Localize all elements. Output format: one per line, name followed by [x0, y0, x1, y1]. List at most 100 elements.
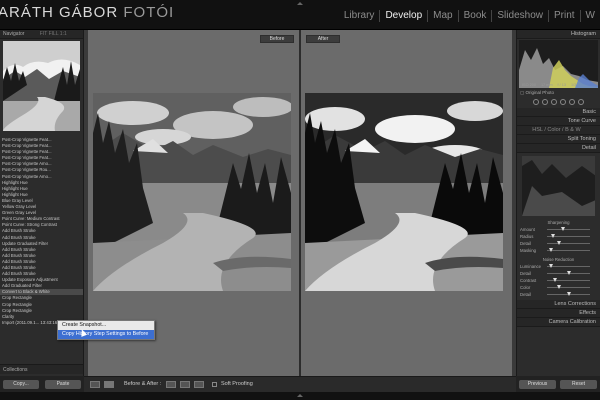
graduated-filter-icon[interactable] [560, 99, 566, 105]
detail-header[interactable]: Detail [517, 144, 600, 153]
navigator-zoom-options[interactable]: FIT FILL 1:1 [40, 31, 67, 37]
lens-corrections-title: Lens Corrections [554, 301, 596, 307]
history-item-label: Add Brush Stroke [2, 228, 36, 234]
loupe-view-icon[interactable] [90, 381, 100, 388]
module-print[interactable]: Print [547, 10, 580, 22]
lens-corrections-header[interactable]: Lens Corrections [517, 300, 600, 309]
previous-button[interactable]: Previous [519, 380, 556, 389]
split-toning-title: Split Toning [567, 136, 596, 142]
slider-knob[interactable] [557, 285, 561, 289]
navigator-title: Navigator [3, 31, 25, 37]
slider-knob[interactable] [567, 292, 571, 296]
identity-plate: ARÁTH GÁBOR FOTÓI [0, 4, 174, 21]
histogram[interactable]: ISO 200 17 mm f / 13 1/3 [519, 40, 598, 88]
slider-track[interactable] [547, 243, 590, 244]
crop-tool-icon[interactable] [533, 99, 539, 105]
history-item-label: Highlight Hue [2, 191, 28, 197]
filmstrip-collapsed-bar [0, 392, 600, 400]
slider-row[interactable]: Amount [517, 226, 600, 233]
module-map[interactable]: Map [427, 10, 457, 22]
effects-header[interactable]: Effects [517, 309, 600, 318]
soft-proofing-checkbox[interactable] [212, 382, 217, 387]
history-item-label: Post-Crop Vignette Feat... [2, 155, 52, 161]
copy-button[interactable]: Copy... [3, 380, 39, 389]
history-item-label: Crop Rectangle [2, 307, 32, 313]
histogram-readout: ISO 200 17 mm f / 13 1/3 [522, 83, 576, 87]
slider-track[interactable] [547, 250, 590, 251]
spot-removal-icon[interactable] [542, 99, 548, 105]
slider-row[interactable]: Detail [517, 270, 600, 277]
history-item-label: Crop Rectangle [2, 301, 32, 307]
module-book[interactable]: Book [457, 10, 492, 22]
paste-button[interactable]: Paste [45, 380, 81, 389]
module-slideshow[interactable]: Slideshow [491, 10, 548, 22]
slider-row[interactable]: Contrast [517, 277, 600, 284]
slider-knob[interactable] [553, 278, 557, 282]
history-context-menu: Create Snapshot... Copy History Step Set… [57, 320, 155, 340]
camera-calibration-title: Camera Calibration [548, 319, 596, 325]
navigator-thumbnail-image [3, 41, 80, 131]
menu-item-create-snapshot[interactable]: Create Snapshot... [58, 321, 154, 330]
iso-readout: ISO 200 [522, 83, 536, 87]
after-photo[interactable] [305, 93, 503, 291]
view-mode-label[interactable]: Before & After : [124, 380, 161, 389]
slider-label: Contrast [520, 278, 537, 283]
detail-preview[interactable] [522, 156, 595, 216]
noise-reduction-title: Noise Reduction [542, 257, 575, 262]
slider-row[interactable]: Masking [517, 247, 600, 254]
slider-row[interactable]: Detail [517, 291, 600, 298]
slider-label: Radius [520, 234, 534, 239]
detail-preview-image [522, 156, 595, 216]
before-photo[interactable] [93, 93, 291, 291]
module-web[interactable]: W [579, 10, 600, 22]
slider-row[interactable]: Color [517, 284, 600, 291]
history-item-label: Add Brush Stroke [2, 264, 36, 270]
slider-knob[interactable] [567, 271, 571, 275]
slider-row[interactable]: Detail [517, 240, 600, 247]
slider-row[interactable]: Luminance [517, 263, 600, 270]
reset-button[interactable]: Reset [560, 380, 597, 389]
slider-track[interactable] [547, 229, 590, 230]
history-item-label: Update Exposure Adjustment [2, 277, 58, 283]
histogram-header[interactable]: Histogram [517, 30, 600, 39]
before-after-view-icon[interactable] [104, 381, 114, 388]
original-photo-toggle[interactable]: ▢ Original Photo [517, 89, 600, 96]
slider-knob[interactable] [549, 248, 553, 252]
red-eye-icon[interactable] [551, 99, 557, 105]
slider-knob[interactable] [561, 227, 565, 231]
swap-before-after-icon[interactable] [194, 381, 204, 388]
slider-knob[interactable] [549, 264, 553, 268]
slider-label: Detail [520, 241, 531, 246]
navigator-preview[interactable] [3, 41, 80, 131]
radial-filter-icon[interactable] [569, 99, 575, 105]
before-photo-image [93, 93, 291, 291]
menu-item-copy-step-to-before[interactable]: Copy History Step Settings to Before [58, 330, 154, 339]
adjustment-brush-icon[interactable] [578, 99, 584, 105]
hsl-color-bw-header[interactable]: HSL / Color / B & W [517, 126, 600, 135]
module-develop[interactable]: Develop [379, 10, 427, 22]
history-item-label: Green Gray Level [2, 210, 36, 216]
navigator-header[interactable]: Navigator FIT FILL 1:1 [0, 30, 83, 39]
slider-knob[interactable] [557, 241, 561, 245]
camera-calibration-header[interactable]: Camera Calibration [517, 318, 600, 327]
module-picker: Library Develop Map Book Slideshow Print… [339, 10, 600, 22]
top-panel-toggle-icon[interactable] [297, 2, 303, 5]
develop-tool-strip [517, 96, 600, 108]
slider-knob[interactable] [551, 234, 555, 238]
tone-curve-header[interactable]: Tone Curve [517, 117, 600, 126]
split-toning-header[interactable]: Split Toning [517, 135, 600, 144]
left-panel-buttons: Copy... Paste [0, 376, 84, 392]
collections-header[interactable]: Collections [0, 364, 83, 374]
history-item-label: Point Curve: Medium Contrast [2, 216, 60, 222]
slider-track[interactable] [547, 266, 590, 267]
filmstrip-toggle-icon[interactable] [297, 394, 303, 397]
history-item-label: Post-Crop Vignette Feat... [2, 137, 52, 142]
slider-track[interactable] [547, 287, 590, 288]
history-item-label: Import (2011.09.1... 13:43:16) [2, 319, 59, 325]
basic-panel-header[interactable]: Basic [517, 108, 600, 117]
history-item-label: Add Brush Stroke [2, 271, 36, 277]
slider-row[interactable]: Radius [517, 233, 600, 240]
copy-after-to-before-icon[interactable] [180, 381, 190, 388]
module-library[interactable]: Library [339, 10, 380, 22]
copy-before-to-after-icon[interactable] [166, 381, 176, 388]
